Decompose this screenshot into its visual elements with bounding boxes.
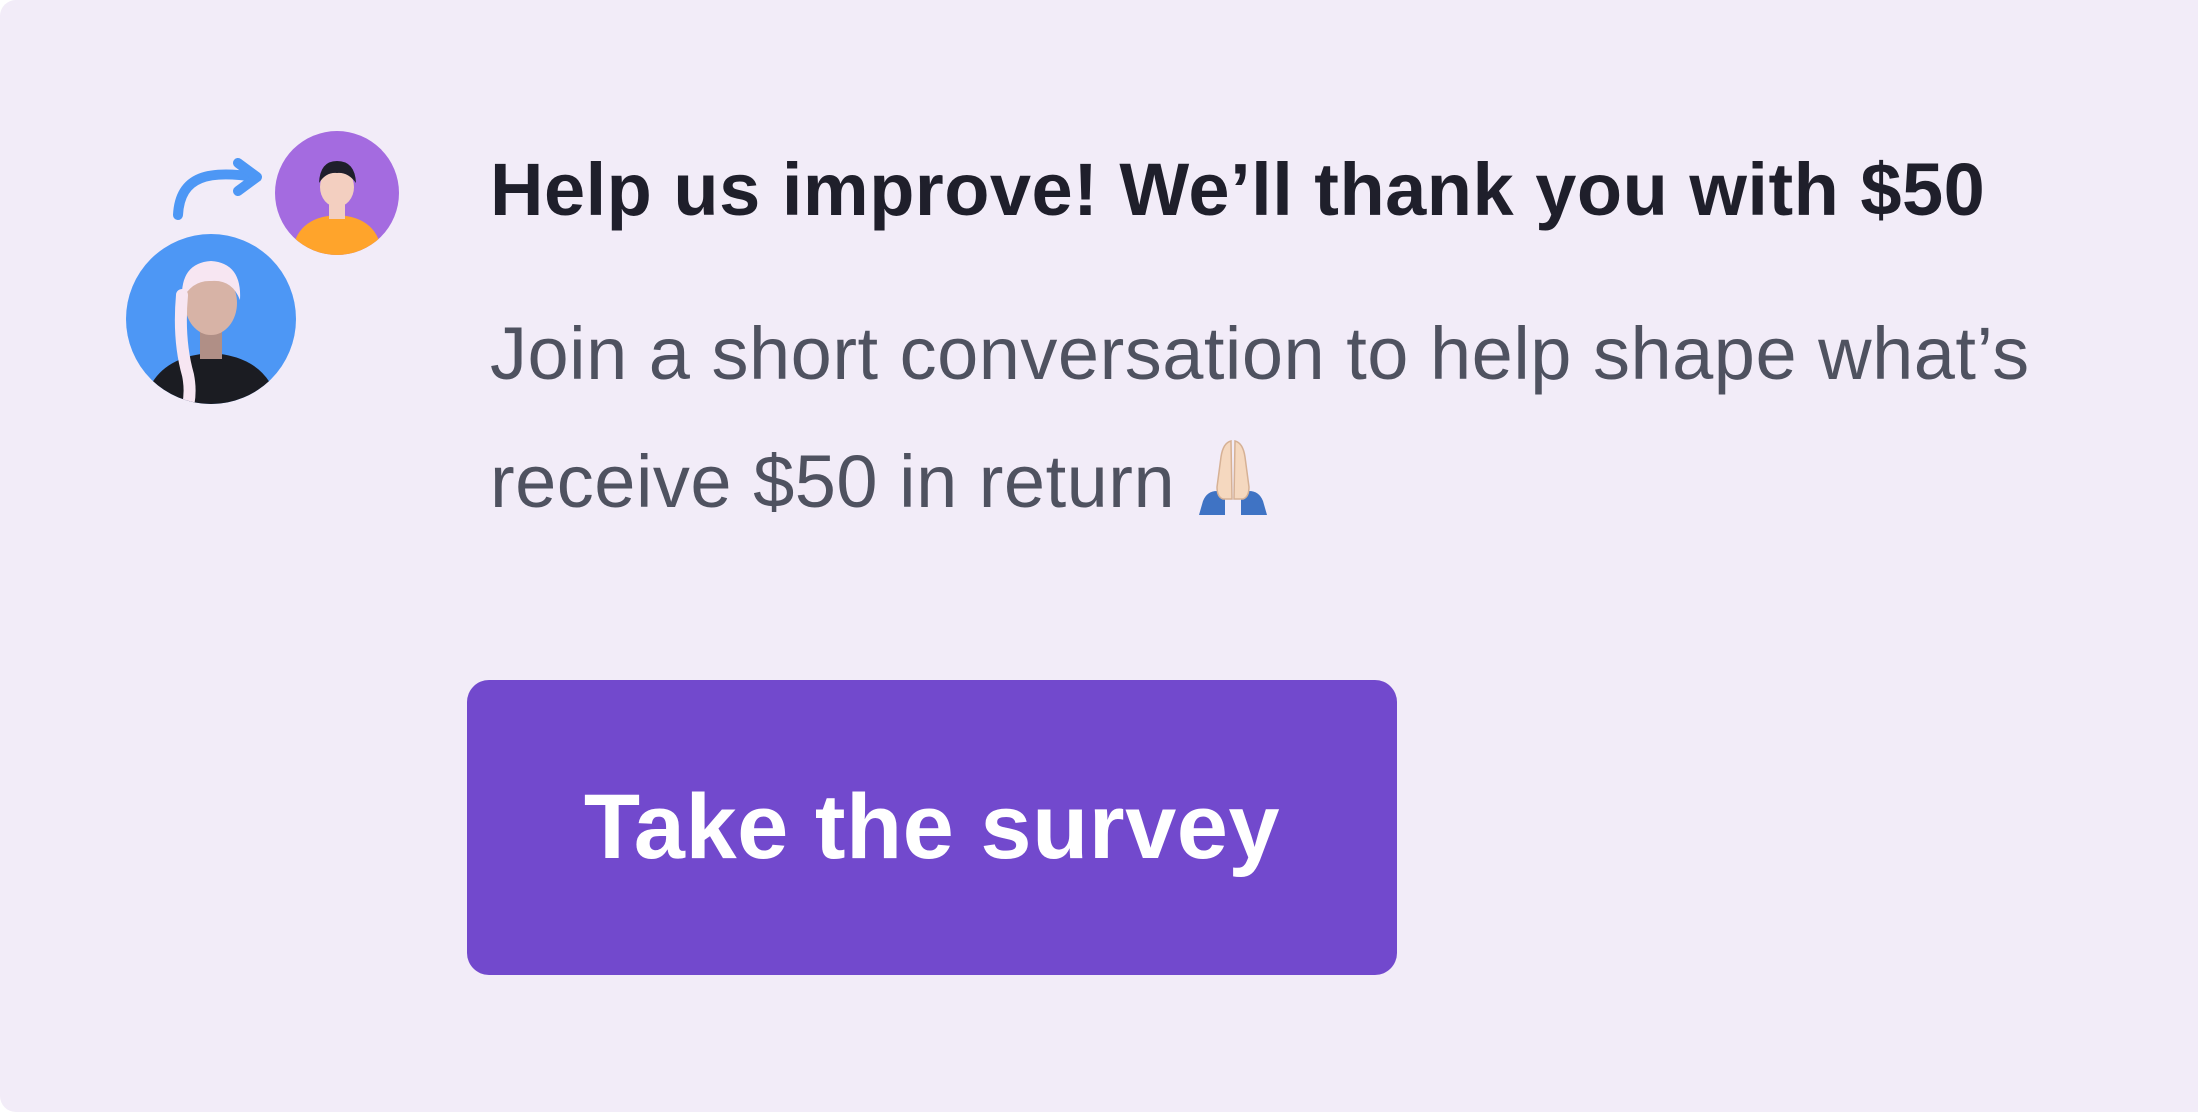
take-survey-button[interactable]: Take the survey (467, 680, 1397, 975)
people-exchange-illustration (120, 125, 410, 415)
man-avatar (275, 131, 399, 255)
folded-hands-icon (1193, 426, 1273, 554)
banner-description: Join a short conversation to help shape … (490, 290, 2198, 554)
banner-description-line-1: Join a short conversation to help shape … (490, 312, 2030, 395)
banner-description-line-2: receive $50 in return (490, 418, 2198, 554)
woman-avatar (126, 234, 296, 404)
curved-arrow-icon (173, 158, 262, 220)
banner-title: Help us improve! We’ll thank you with $5… (490, 148, 1986, 231)
survey-banner: Help us improve! We’ll thank you with $5… (0, 0, 2198, 1112)
banner-description-line-2-text: receive $50 in return (490, 440, 1176, 523)
